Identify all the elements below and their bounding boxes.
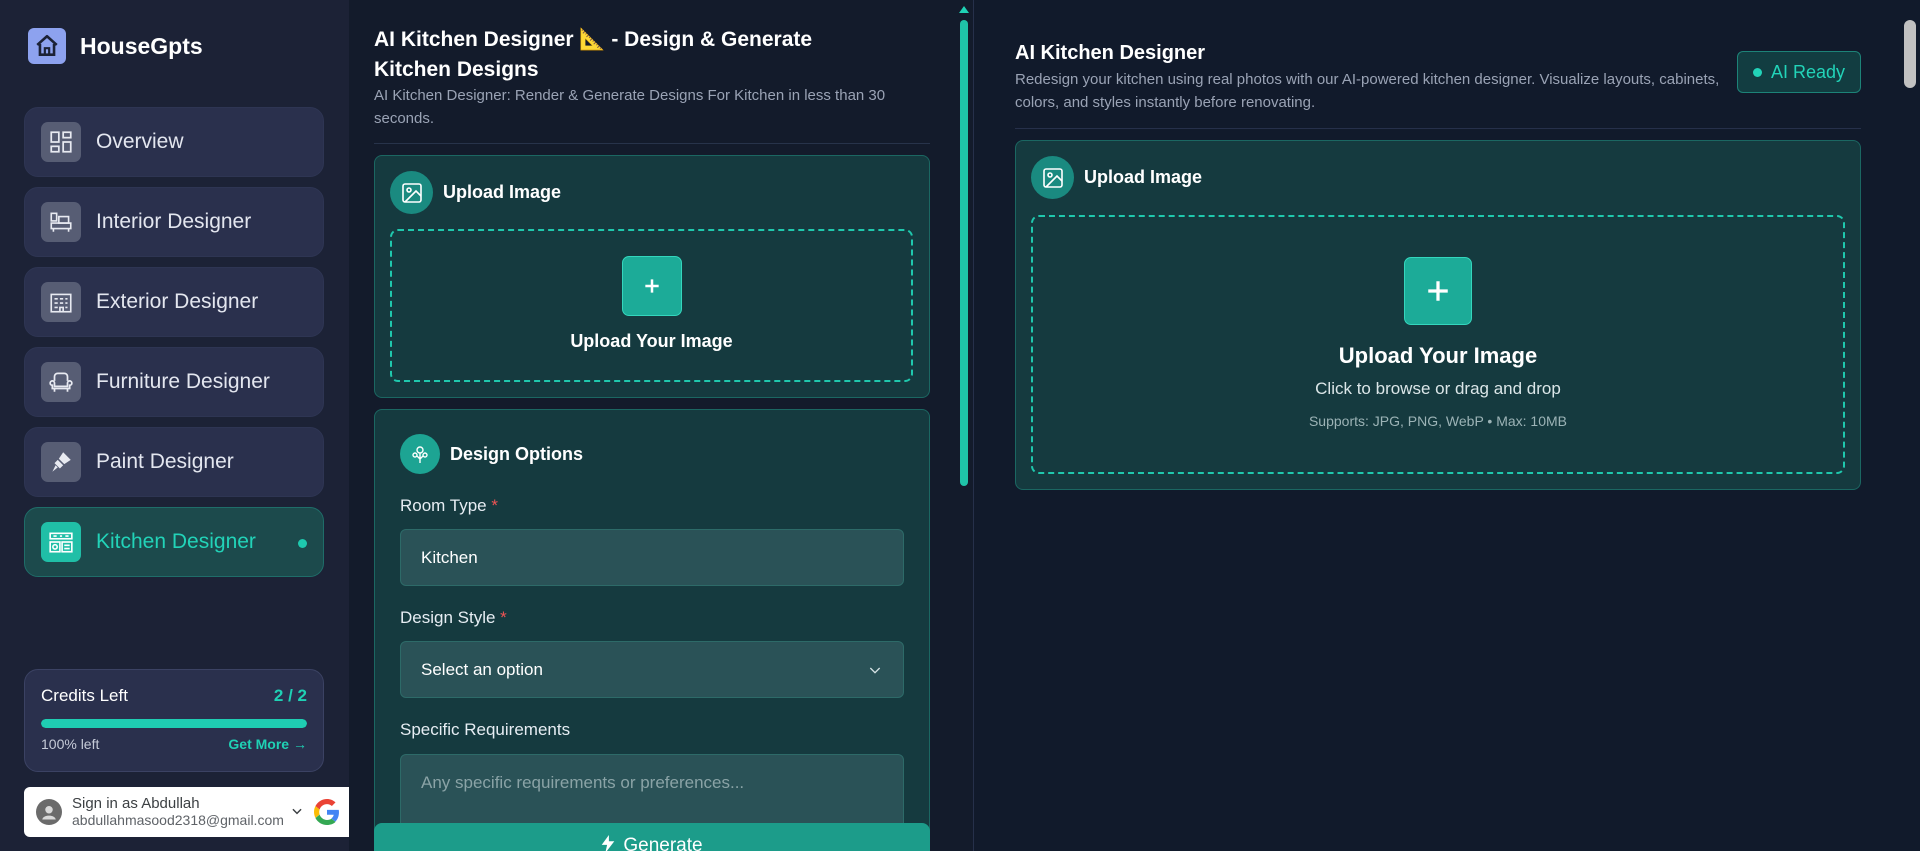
scrollbar-thumb[interactable] [1904,20,1916,88]
sidebar-item-exterior-designer[interactable]: Exterior Designer [24,267,324,337]
upload-dropzone[interactable]: Upload Your Image Click to browse or dra… [1031,215,1845,474]
upload-heading: Upload Image [443,182,562,202]
kitchen-icon [41,522,81,562]
room-type-value: Kitchen [421,547,478,567]
status-label: AI Ready [1770,61,1846,82]
design-style-select[interactable]: Select an option [400,641,904,698]
lightning-icon [601,835,615,851]
get-more-link[interactable]: Get More → [228,736,307,752]
sparkle-options-icon [400,434,440,474]
scrollbar-thumb[interactable] [960,20,968,486]
dashboard-icon [41,122,81,162]
sidebar-item-label: Paint Designer [96,450,234,473]
upload-image-card: Upload Image Upload Your Image [374,155,930,398]
sidebar: HouseGpts Overview Interior Designer Ext… [0,0,349,851]
sidebar-item-paint-designer[interactable]: Paint Designer [24,427,324,497]
upload-image-card: Upload Image Upload Your Image Click to … [1015,140,1861,490]
sidebar-item-interior-designer[interactable]: Interior Designer [24,187,324,257]
signin-email: abdullahmasood2318@gmail.com [72,812,284,828]
requirements-label: Specific Requirements [400,720,571,739]
generate-button[interactable]: Generate [374,823,930,851]
divider [1015,128,1861,129]
room-type-label: Room Type * [400,496,498,515]
image-icon [1031,156,1074,199]
house-logo-icon [28,28,66,64]
sidebar-item-label: Furniture Designer [96,370,270,393]
design-style-label: Design Style * [400,608,507,627]
sidebar-item-label: Exterior Designer [96,290,259,313]
chevron-down-icon[interactable] [290,804,304,821]
room-type-field[interactable]: Kitchen [400,529,904,586]
sidebar-item-furniture-designer[interactable]: Furniture Designer [24,347,324,417]
sidebar-item-kitchen-designer[interactable]: Kitchen Designer [24,507,324,577]
credits-progress-fill [41,719,307,728]
design-form-panel: AI Kitchen Designer 📐 - Design & Generat… [349,0,974,851]
interior-icon [41,202,81,242]
sidebar-item-overview[interactable]: Overview [24,107,324,177]
generate-label: Generate [623,835,703,851]
upload-dropzone[interactable]: Upload Your Image [390,229,913,382]
status-dot [1752,67,1762,77]
preview-panel: AI Kitchen Designer Redesign your kitche… [975,0,1920,851]
panel-title: AI Kitchen Designer [1015,42,1206,64]
brand[interactable]: HouseGpts [28,28,203,64]
paint-brush-icon [41,442,81,482]
credits-card: Credits Left 2 / 2 100% left Get More → [24,669,324,772]
design-options-heading: Design Options [450,443,584,464]
signin-name: Sign in as Abdullah [72,795,200,812]
divider [374,143,930,144]
panel-subtitle: Redesign your kitchen using real photos … [1015,71,1720,111]
upload-heading: Upload Image [1084,167,1203,187]
armchair-icon [41,362,81,402]
building-icon [41,282,81,322]
plus-icon[interactable] [1404,257,1472,325]
requirements-placeholder: Any specific requirements or preferences… [421,773,745,792]
credits-progress-bar [41,719,307,728]
brand-name: HouseGpts [80,32,203,59]
credits-title: Credits Left [41,686,128,705]
upload-dropzone-support: Supports: JPG, PNG, WebP • Max: 10MB [1308,413,1568,429]
plus-icon[interactable] [621,256,682,316]
sidebar-nav: Overview Interior Designer Exterior Desi… [24,107,324,587]
sidebar-item-label: Interior Designer [96,210,252,233]
credits-count: 2 / 2 [273,686,307,705]
image-icon [390,171,433,214]
google-signin-button[interactable]: Sign in as Abdullah abdullahmasood2318@g… [24,787,349,837]
sidebar-item-label: Overview [96,130,184,153]
upload-dropzone-hint: Click to browse or drag and drop [1315,379,1561,398]
chevron-down-icon [867,662,883,683]
upload-dropzone-title: Upload Your Image [1338,343,1538,368]
upload-dropzone-label: Upload Your Image [570,331,733,351]
active-indicator-dot [298,539,307,548]
design-options-card: Design Options Room Type * Kitchen Desig… [374,409,930,851]
status-badge: AI Ready [1737,51,1861,93]
page-title: AI Kitchen Designer 📐 - Design & Generat… [374,28,813,81]
google-logo-icon [313,799,340,825]
page-subtitle: AI Kitchen Designer: Render & Generate D… [374,87,886,127]
credits-percent-left: 100% left [41,736,100,752]
scroll-up-arrow-icon[interactable] [959,6,969,13]
avatar [36,799,62,825]
sidebar-item-label: Kitchen Designer [96,530,256,553]
design-style-value: Select an option [421,659,543,679]
